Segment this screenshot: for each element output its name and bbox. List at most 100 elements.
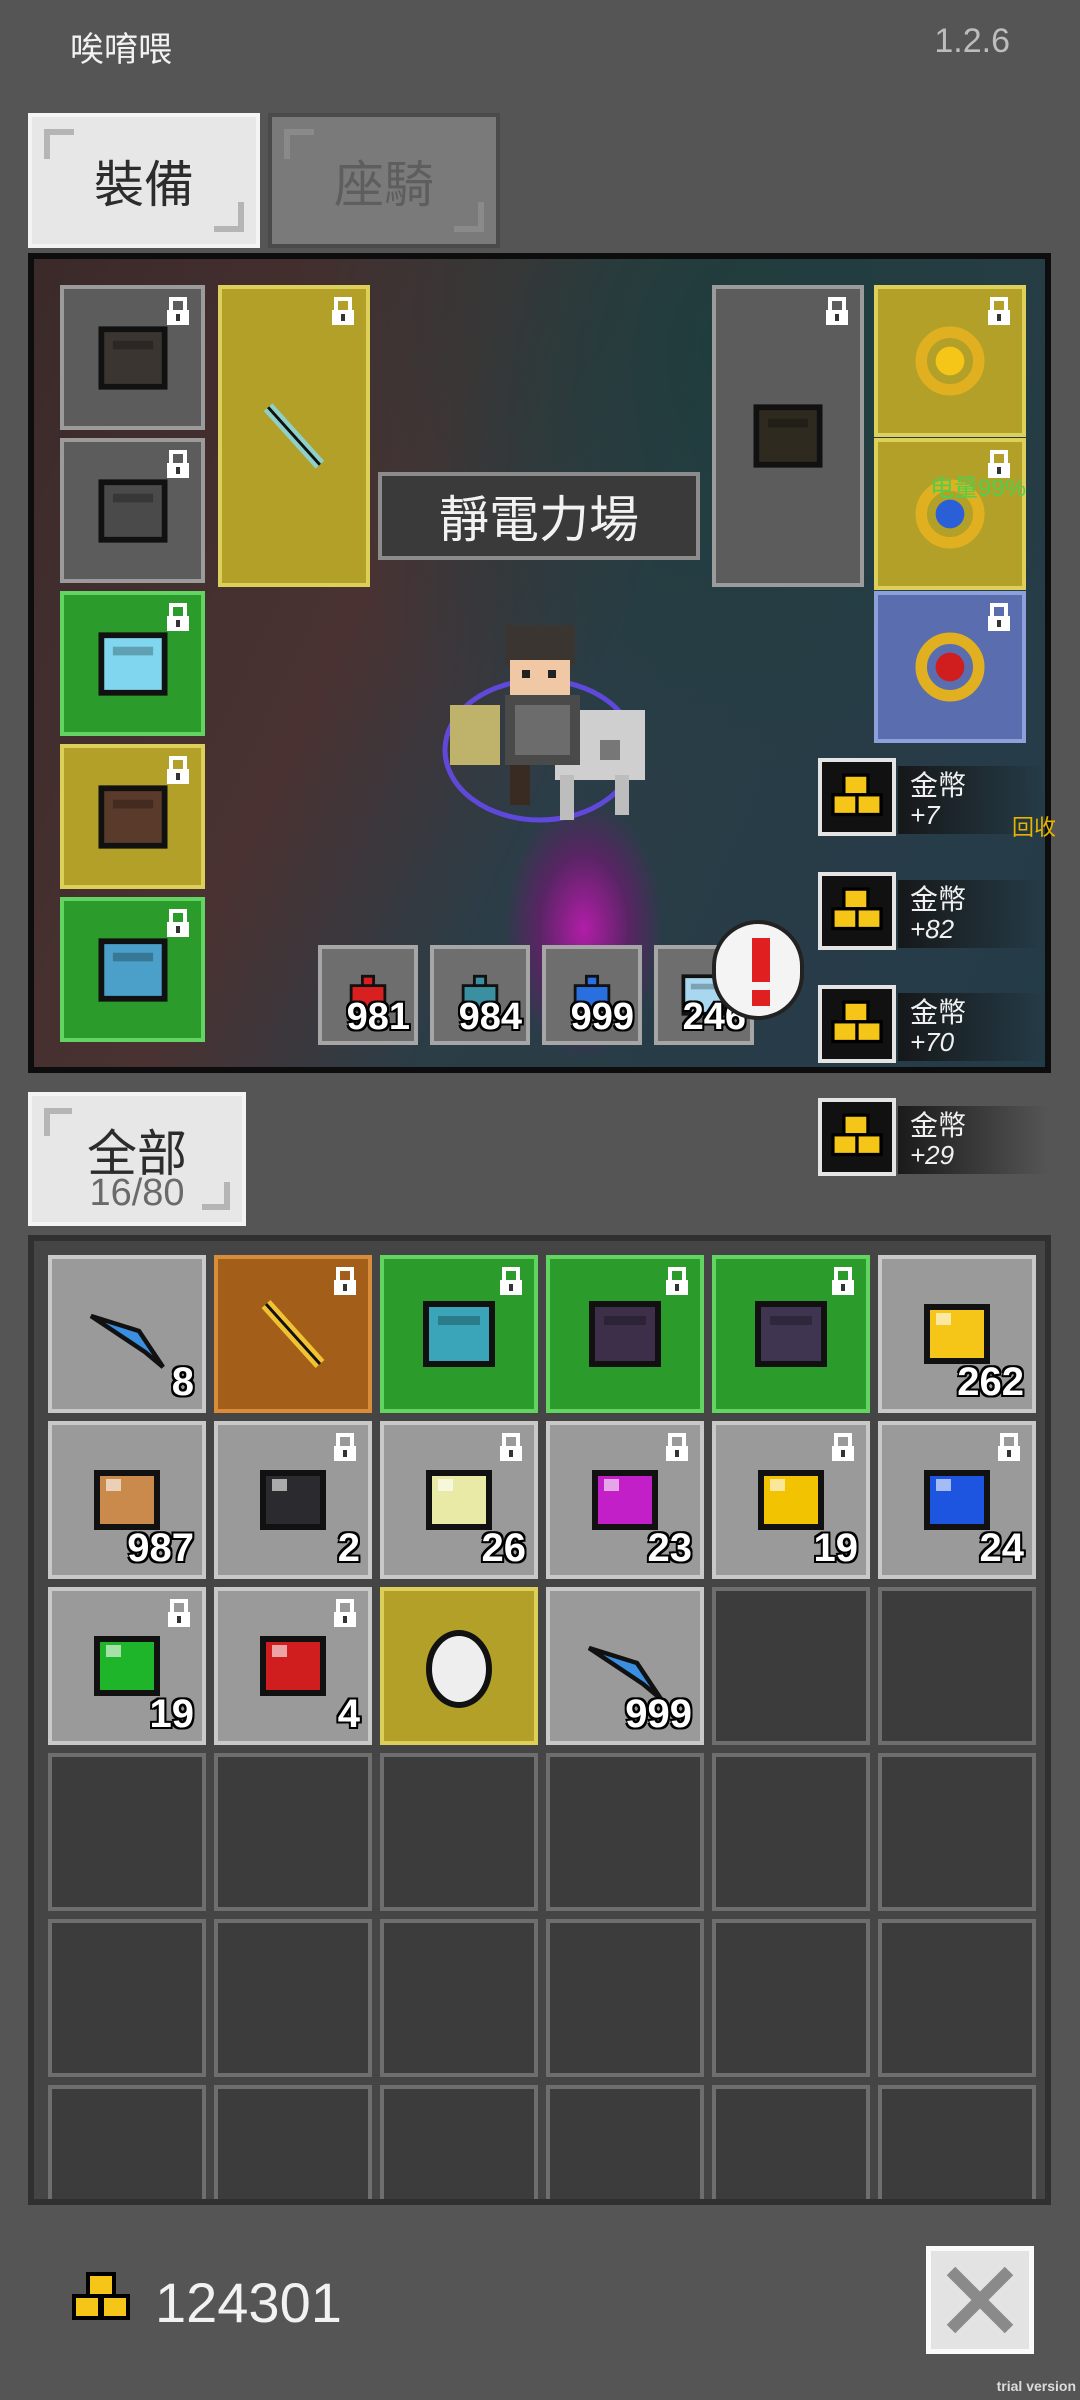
lock-icon <box>167 603 189 631</box>
alert-bubble-icon[interactable] <box>712 920 804 1020</box>
inventory-item-dark-gauntlet[interactable] <box>712 1255 870 1413</box>
close-icon <box>946 2266 1014 2334</box>
tab-mount-label: 座騎 <box>334 156 434 213</box>
inventory-empty-slot[interactable] <box>380 1753 538 1911</box>
equip-slot-boots[interactable] <box>60 744 205 889</box>
inventory-item-red-gem[interactable]: 4 <box>214 1587 372 1745</box>
inventory-item-white-egg[interactable] <box>380 1587 538 1745</box>
version-label: 1.2.6 <box>934 22 1010 60</box>
corner-decor <box>454 202 484 232</box>
inventory-empty-slot[interactable] <box>380 1919 538 2077</box>
app-title: 唉唷喂 <box>70 31 172 69</box>
inventory-empty-slot[interactable] <box>380 2085 538 2199</box>
inventory-empty-slot[interactable] <box>546 2085 704 2199</box>
inventory-item-pale-gem[interactable]: 26 <box>380 1421 538 1579</box>
inventory-empty-slot[interactable] <box>48 1753 206 1911</box>
inventory-empty-slot[interactable] <box>546 1919 704 2077</box>
inventory-empty-slot[interactable] <box>712 1919 870 2077</box>
black-gem-icon <box>260 1470 326 1530</box>
coin-label: 金幣 <box>910 884 967 915</box>
tab-equipment-label: 裝備 <box>94 156 194 213</box>
inventory-item-yellow-gem[interactable]: 19 <box>712 1421 870 1579</box>
inventory-empty-slot[interactable] <box>712 2085 870 2199</box>
inventory-item-blue-feather[interactable]: 999 <box>546 1587 704 1745</box>
inventory-empty-slot[interactable] <box>878 1919 1036 2077</box>
lock-icon <box>832 1267 854 1295</box>
equip-slot-ring-blue[interactable] <box>874 438 1026 590</box>
inventory-item-teal-chainmail[interactable] <box>380 1255 538 1413</box>
inventory-empty-slot[interactable] <box>878 2085 1036 2199</box>
item-qty: 8 <box>171 1360 194 1404</box>
filter-tab-all[interactable]: 全部 16/80 <box>28 1092 246 1226</box>
item-qty: 26 <box>481 1526 527 1570</box>
coin-amount: +70 <box>910 1027 955 1057</box>
consumable-teal-potion[interactable]: 984 <box>430 945 530 1045</box>
lock-icon <box>167 297 189 325</box>
coin-notification: 金幣 +29 <box>818 1098 1048 1180</box>
tab-equipment[interactable]: 裝備 <box>28 113 260 248</box>
inventory-empty-slot[interactable] <box>546 1753 704 1911</box>
lock-icon <box>998 1433 1020 1461</box>
tab-mount[interactable]: 座騎 <box>268 113 500 248</box>
equip-slot-necklace[interactable] <box>874 285 1026 437</box>
lock-icon <box>666 1433 688 1461</box>
lock-icon <box>167 909 189 937</box>
item-qty: 23 <box>647 1526 693 1570</box>
necklace-icon <box>915 326 985 396</box>
inventory-empty-slot[interactable] <box>878 1587 1036 1745</box>
inventory-empty-slot[interactable] <box>214 1753 372 1911</box>
inventory-empty-slot[interactable] <box>878 1753 1036 1911</box>
item-qty: 4 <box>337 1692 360 1736</box>
inventory-empty-slot[interactable] <box>214 1919 372 2077</box>
shield-icon <box>753 404 823 468</box>
lock-icon <box>826 297 848 325</box>
equip-slot-belt[interactable] <box>60 897 205 1042</box>
inventory-item-blue-feather[interactable]: 8 <box>48 1255 206 1413</box>
consumable-red-potion[interactable]: 981 <box>318 945 418 1045</box>
ring-red-icon <box>915 632 985 702</box>
hero-on-mount-icon <box>442 625 645 823</box>
inventory-item-copper-ore[interactable]: 987 <box>48 1421 206 1579</box>
lock-icon <box>334 1267 356 1295</box>
inventory-item-black-gem[interactable]: 2 <box>214 1421 372 1579</box>
inventory-empty-slot[interactable] <box>712 1587 870 1745</box>
inventory-empty-slot[interactable] <box>48 2085 206 2199</box>
gold-amount: 124301 <box>155 2271 342 2334</box>
lock-icon <box>988 297 1010 325</box>
equip-slot-weapon-wand[interactable] <box>218 285 370 587</box>
item-qty: 262 <box>957 1360 1024 1404</box>
equip-slot-helmet[interactable] <box>60 285 205 430</box>
weapon-wand-icon <box>263 403 325 469</box>
corner-decor <box>202 1182 230 1210</box>
inventory-item-gold-nugget[interactable]: 262 <box>878 1255 1036 1413</box>
coin-notification: 金幣 +82 <box>818 872 1048 954</box>
close-button[interactable] <box>926 2246 1034 2354</box>
equip-slot-ring-red[interactable] <box>874 591 1026 743</box>
lock-icon <box>500 1267 522 1295</box>
gold-coin-icon <box>72 2272 130 2320</box>
white-egg-icon <box>426 1630 492 1708</box>
dark-pauldron-icon <box>589 1301 661 1367</box>
coin-amount: +29 <box>910 1140 955 1170</box>
equip-slot-shield[interactable] <box>712 285 864 587</box>
red-gem-icon <box>260 1636 326 1696</box>
inventory-empty-slot[interactable] <box>214 2085 372 2199</box>
skill-name-label: 靜電力場 <box>378 472 700 560</box>
inventory-item-dark-pauldron[interactable] <box>546 1255 704 1413</box>
inventory-item-blue-gem[interactable]: 24 <box>878 1421 1036 1579</box>
equip-slot-armor[interactable] <box>60 438 205 583</box>
inventory-empty-slot[interactable] <box>48 1919 206 2077</box>
coin-label: 金幣 <box>910 997 967 1028</box>
golden-sword-icon <box>261 1299 325 1369</box>
inventory-item-purple-gem[interactable]: 23 <box>546 1421 704 1579</box>
inventory-item-green-gem[interactable]: 19 <box>48 1587 206 1745</box>
inventory-empty-slot[interactable] <box>712 1753 870 1911</box>
lock-icon <box>500 1433 522 1461</box>
lock-icon <box>832 1433 854 1461</box>
coin-amount: +82 <box>910 914 955 944</box>
inventory-item-golden-sword[interactable] <box>214 1255 372 1413</box>
gold-coin-icon <box>831 887 883 931</box>
equip-slot-bracer[interactable] <box>60 591 205 736</box>
consumable-blue-potion[interactable]: 999 <box>542 945 642 1045</box>
recycle-label[interactable]: 回收 <box>1012 810 1056 842</box>
